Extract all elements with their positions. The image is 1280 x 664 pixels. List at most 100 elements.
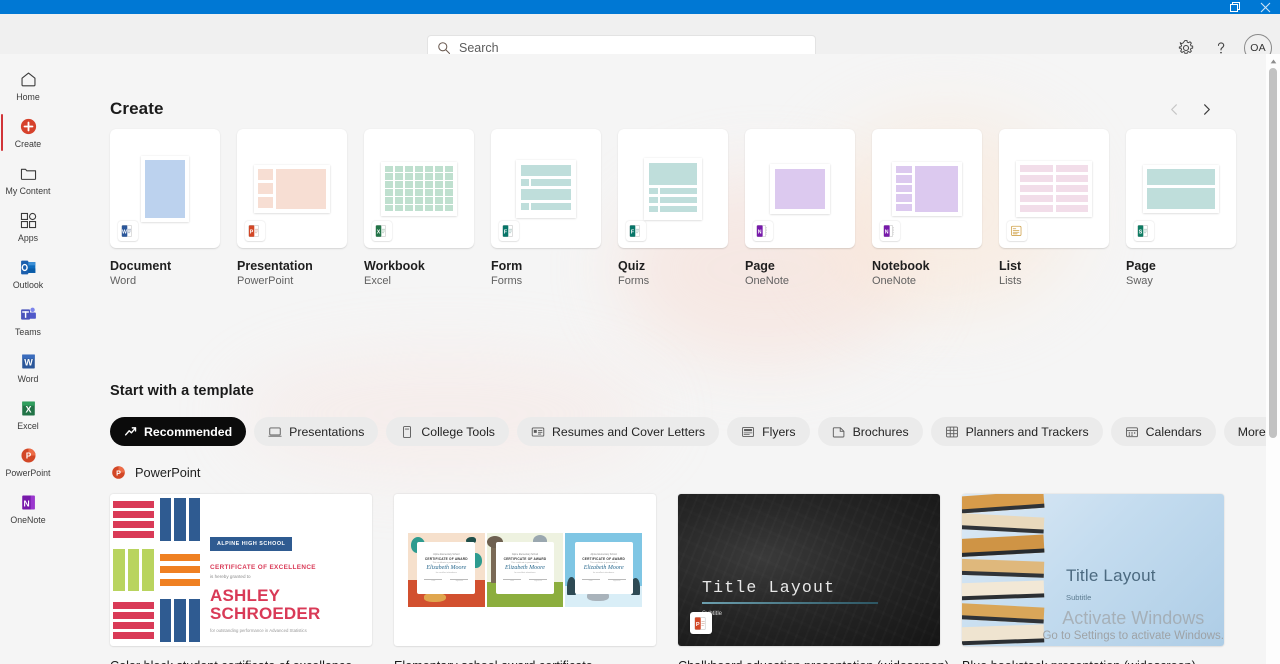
- chalkboard-title: Title Layout: [702, 578, 878, 597]
- chip-brochures[interactable]: Brochures: [818, 417, 923, 446]
- search-input[interactable]: [459, 41, 806, 55]
- create-card-app: Forms: [491, 275, 601, 287]
- chip-resumes-and-cover-letters[interactable]: Resumes and Cover Letters: [517, 417, 719, 446]
- chalkboard-subtitle: Subtitle: [702, 611, 878, 617]
- powerpoint-icon: P: [110, 464, 127, 481]
- create-card-document[interactable]: W Document Word: [110, 129, 220, 294]
- chip-college-tools[interactable]: College Tools: [386, 417, 509, 446]
- create-card-quiz[interactable]: F Quiz Forms: [618, 129, 728, 294]
- award-recipient: Elizabeth Moore: [584, 565, 624, 571]
- onenote-icon: N: [880, 221, 900, 241]
- create-card-app: OneNote: [745, 275, 855, 287]
- sidebar-item-my-content[interactable]: My Content: [0, 156, 56, 203]
- create-card-page-sway[interactable]: S Page Sway: [1126, 129, 1236, 294]
- search-icon: [437, 41, 451, 55]
- template-app-name: PowerPoint: [135, 465, 200, 480]
- sidebar-item-powerpoint[interactable]: P PowerPoint: [0, 438, 56, 485]
- chip-presentations[interactable]: Presentations: [254, 417, 378, 446]
- create-card-notebook[interactable]: N Notebook OneNote: [872, 129, 982, 294]
- chip-flyers[interactable]: Flyers: [727, 417, 809, 446]
- create-card-thumbnail: N: [872, 129, 982, 248]
- svg-text:P: P: [116, 469, 121, 477]
- restore-window-button[interactable]: [1220, 0, 1250, 14]
- onenote-icon: N: [753, 221, 773, 241]
- template-thumbnail: Title Layout Subtitle: [962, 494, 1224, 646]
- sidebar-item-onenote[interactable]: N OneNote: [0, 485, 56, 532]
- create-section-header: Create: [110, 95, 1220, 123]
- template-section-header: Start with a template: [110, 383, 254, 399]
- template-cards-grid: ALPINE HIGH SCHOOL CERTIFICATE OF EXCELL…: [110, 494, 1224, 664]
- outlook-icon: [19, 257, 38, 278]
- chip-label: Brochures: [853, 425, 909, 439]
- carousel-prev-button[interactable]: [1160, 95, 1188, 123]
- create-card-presentation[interactable]: P Presentation PowerPoint: [237, 129, 347, 294]
- create-cards-strip: W Document Word: [110, 129, 1275, 294]
- template-thumbnail: ALPINE HIGH SCHOOL CERTIFICATE OF EXCELL…: [110, 494, 372, 646]
- sidebar-item-create[interactable]: Create: [0, 109, 56, 156]
- template-card-bookstack[interactable]: Title Layout Subtitle Blue bookstack pre…: [962, 494, 1224, 664]
- grid-icon: [945, 425, 959, 439]
- chip-planners-and-trackers[interactable]: Planners and Trackers: [931, 417, 1103, 446]
- scrollbar-thumb[interactable]: [1269, 68, 1277, 438]
- carousel-next-button[interactable]: [1192, 95, 1220, 123]
- folder-icon: [19, 163, 38, 184]
- award-heading: CERTIFICATE OF AWARD: [504, 557, 547, 561]
- create-card-title: Page: [745, 259, 855, 273]
- scroll-up-button[interactable]: [1266, 54, 1280, 68]
- award-recipient: Elizabeth Moore: [426, 565, 466, 571]
- page-title: Create: [110, 99, 164, 119]
- bookstack-title: Title Layout: [1066, 566, 1156, 586]
- create-card-title: Quiz: [618, 259, 728, 273]
- chip-label: Recommended: [144, 425, 232, 439]
- svg-text:N: N: [885, 229, 889, 235]
- template-section-title: Start with a template: [110, 383, 254, 399]
- create-card-title: Form: [491, 259, 601, 273]
- template-name: Elementary school award certificate: [394, 658, 656, 664]
- trending-up-icon: [124, 425, 137, 438]
- certificate-recipient-line1: ASHLEY: [210, 587, 362, 605]
- create-card-page-onenote[interactable]: N Page OneNote: [745, 129, 855, 294]
- excel-icon: X: [372, 221, 392, 241]
- svg-text:N: N: [23, 498, 29, 508]
- background-decoration: [236, 354, 656, 474]
- create-card-title: Document: [110, 259, 220, 273]
- create-card-workbook[interactable]: X Workbook Excel: [364, 129, 474, 294]
- sidebar-item-apps[interactable]: Apps: [0, 203, 56, 250]
- chip-label: Planners and Trackers: [966, 425, 1089, 439]
- create-card-form[interactable]: F Form Forms: [491, 129, 601, 294]
- forms-icon: F: [626, 221, 646, 241]
- sidebar-item-label: Create: [15, 139, 41, 149]
- create-card-app: Sway: [1126, 275, 1236, 287]
- sidebar-item-teams[interactable]: Teams: [0, 297, 56, 344]
- powerpoint-icon: P: [245, 221, 265, 241]
- certificate-recipient-line2: SCHROEDER: [210, 605, 362, 623]
- word-icon: W: [118, 221, 138, 241]
- template-thumbnail: Title Layout Subtitle P: [678, 494, 940, 646]
- svg-text:W: W: [24, 358, 33, 368]
- create-card-list[interactable]: List Lists: [999, 129, 1109, 294]
- sidebar-item-excel[interactable]: X Excel: [0, 391, 56, 438]
- svg-text:P: P: [250, 229, 254, 235]
- create-card-thumbnail: F: [618, 129, 728, 248]
- template-card-elementary-award[interactable]: Alpine Elementary School CERTIFICATE OF …: [394, 494, 656, 664]
- home-icon: [19, 69, 38, 90]
- window-title-bar: [0, 0, 1280, 14]
- close-window-button[interactable]: [1250, 0, 1280, 14]
- powerpoint-icon: P: [690, 612, 712, 634]
- presentation-icon: [268, 425, 282, 439]
- sidebar-item-home[interactable]: Home: [0, 62, 56, 109]
- certificate-subheading: is hereby granted to: [210, 574, 362, 579]
- document-icon: [400, 425, 414, 439]
- chip-recommended[interactable]: Recommended: [110, 417, 246, 446]
- certificate-school-banner: ALPINE HIGH SCHOOL: [210, 537, 292, 551]
- page-scrollbar[interactable]: [1266, 54, 1280, 664]
- sidebar-item-word[interactable]: W Word: [0, 344, 56, 391]
- apps-grid-icon: [19, 210, 38, 231]
- chip-label: Calendars: [1146, 425, 1202, 439]
- template-card-chalkboard[interactable]: Title Layout Subtitle P Chalkboard educa…: [678, 494, 940, 664]
- chip-calendars[interactable]: Calendars: [1111, 417, 1216, 446]
- create-card-app: PowerPoint: [237, 275, 347, 287]
- sidebar-item-outlook[interactable]: Outlook: [0, 250, 56, 297]
- template-card-color-block-certificate[interactable]: ALPINE HIGH SCHOOL CERTIFICATE OF EXCELL…: [110, 494, 372, 664]
- onenote-icon: N: [19, 492, 38, 513]
